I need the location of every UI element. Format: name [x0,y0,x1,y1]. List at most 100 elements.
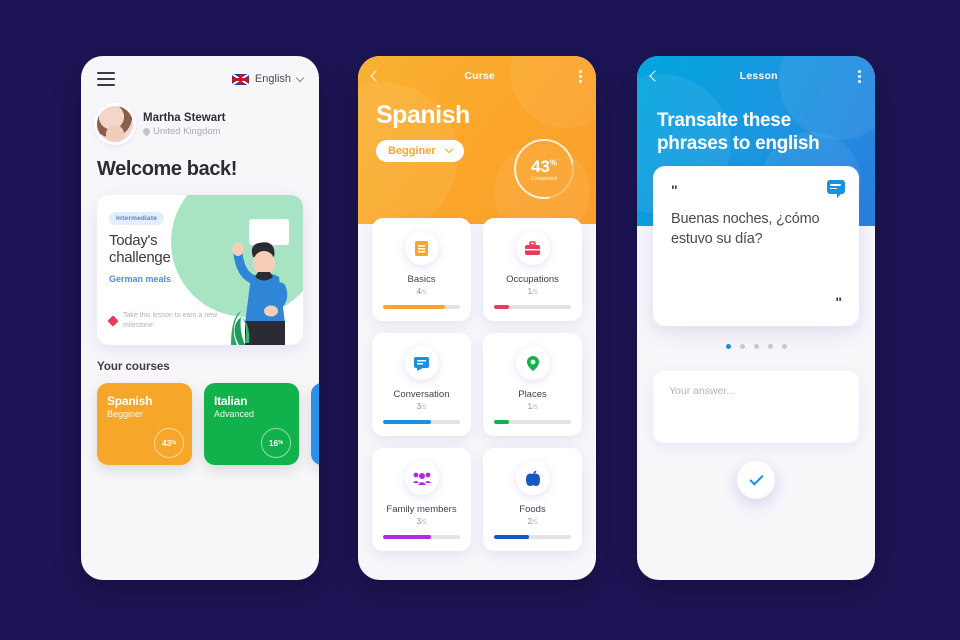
page-title: Welcome back! [97,158,238,180]
hamburger-icon[interactable] [97,72,115,86]
chevron-down-icon [295,73,305,82]
check-icon [748,471,764,486]
challenge-card[interactable]: Intermediate Today's challenge German me… [97,195,303,345]
lesson-progress-text: 4/5 [383,287,460,296]
lesson-card-basics[interactable]: Basics 4/5 [372,218,471,321]
course-header: Curse Spanish Begginer 2 Milestones 43% [358,56,596,224]
location-pin-icon [515,346,550,380]
lesson-progress-bar [494,420,571,424]
pagination-dot-3[interactable] [753,344,759,349]
pagination-dot-5[interactable] [781,344,787,349]
submit-button[interactable] [737,461,775,499]
course-level: Advanced [214,409,255,419]
avatar [97,106,133,142]
lesson-card-places[interactable]: Places 1/5 [483,333,582,436]
lesson-card-family-members[interactable]: Family members 3/5 [372,448,471,551]
phone-lesson-screen: Lesson Transalte these phrases to englis… [637,56,875,580]
lesson-progress-text: 3/5 [383,517,460,526]
course-card-german[interactable]: German Intermediate [311,383,319,465]
challenge-body: Intermediate Today's challenge German me… [97,195,227,284]
lesson-progress-bar [383,420,460,424]
lesson-name: Basics [407,274,436,285]
uk-flag-icon [231,73,249,85]
progress-value: 43 [530,156,550,176]
home-topbar: English [81,56,319,86]
lesson-total: /5 [421,404,427,411]
lesson-progress-bar [383,305,460,309]
lesson-total: /5 [532,519,538,526]
location-pin-icon [141,126,152,136]
pagination-dot-4[interactable] [767,344,773,349]
chat-icon [404,346,439,380]
course-progress-value: 43 [161,438,172,448]
document-icon [404,231,439,265]
quote-close-icon: " [835,294,842,310]
challenge-title: Today's challenge [109,232,171,266]
pagination-dot-1[interactable] [725,344,731,349]
gem-icon [107,315,119,327]
lesson-topbar: Lesson [637,56,875,83]
lesson-name: Conversation [393,389,450,400]
course-hero: Spanish Begginer 2 Milestones 43% Comple… [358,83,596,211]
chevron-down-icon [444,145,453,154]
level-label: Begginer [388,144,436,157]
lesson-total: /5 [532,404,538,411]
more-options-icon[interactable] [858,70,861,83]
back-arrow-icon[interactable] [370,70,382,83]
course-name: Spanish [107,394,153,408]
more-options-icon[interactable] [579,70,582,83]
profile-name: Martha Stewart [143,111,226,124]
lesson-progress-bar [494,305,571,309]
challenge-subject: German meals [109,273,172,284]
header-title: Lesson [739,70,778,83]
course-progress-unit: % [278,440,284,446]
challenge-level-badge: Intermediate [109,212,165,225]
lesson-progress-text: 3/5 [383,402,460,411]
course-progress-unit: % [171,440,177,446]
language-label: English [254,73,291,85]
course-language: Spanish [376,100,470,129]
lesson-progress-text: 1/5 [494,402,571,411]
course-card-spanish[interactable]: Spanish Begginer 43% [97,383,192,465]
lesson-card-conversation[interactable]: Conversation 3/5 [372,333,471,436]
lesson-total: /5 [421,289,427,296]
lesson-name: Places [518,389,547,400]
phrase-text: Buenas noches, ¿cómo estuvo su día? [671,211,820,247]
quote-open-icon: " [671,182,678,198]
lesson-grid: Basics 4/5 Occupations 1/5 Conversation … [358,202,596,551]
course-level: Begginer [107,409,144,419]
lesson-instruction: Transalte these phrases to english [657,109,820,154]
language-selector[interactable]: English [231,73,305,85]
course-name: Italian [214,394,248,408]
lesson-card-foods[interactable]: Foods 2/5 [483,448,582,551]
pagination-dot-2[interactable] [739,344,745,349]
pagination-dots[interactable] [637,344,875,349]
course-topbar: Curse [358,56,596,83]
challenge-note: Take this lesson to earn a new milestone [107,311,244,331]
lesson-card-occupations[interactable]: Occupations 1/5 [483,218,582,321]
lesson-progress-text: 1/5 [494,287,571,296]
course-progress-ring: 16% [261,428,291,458]
phone-home-screen: English Martha Stewart United Kingdom We… [81,56,319,580]
people-icon [404,461,439,495]
lesson-name: Family members [386,504,457,515]
answer-input[interactable]: Your answer... [653,371,859,443]
progress-label: Completed [530,175,558,182]
back-arrow-icon[interactable] [649,70,661,83]
briefcase-icon [515,231,550,265]
phrase-card: " Buenas noches, ¿cómo estuvo su día? " [653,166,859,326]
lesson-total: /5 [421,519,427,526]
level-dropdown[interactable]: Begginer [376,139,464,162]
chat-icon[interactable] [827,180,845,198]
progress-unit: % [549,157,558,167]
profile-location-label: United Kingdom [153,125,221,137]
course-card-italian[interactable]: Italian Advanced 16% [204,383,299,465]
lesson-name: Occupations [506,274,559,285]
lesson-progress-text: 2/5 [494,517,571,526]
profile-location: United Kingdom [141,125,225,137]
phone-course-screen: Curse Spanish Begginer 2 Milestones 43% [358,56,596,580]
courses-list: Spanish Begginer 43% Italian Advanced 16… [81,373,319,465]
header-title: Curse [464,70,496,83]
lesson-progress-bar [383,535,460,539]
profile-row[interactable]: Martha Stewart United Kingdom [81,86,319,142]
